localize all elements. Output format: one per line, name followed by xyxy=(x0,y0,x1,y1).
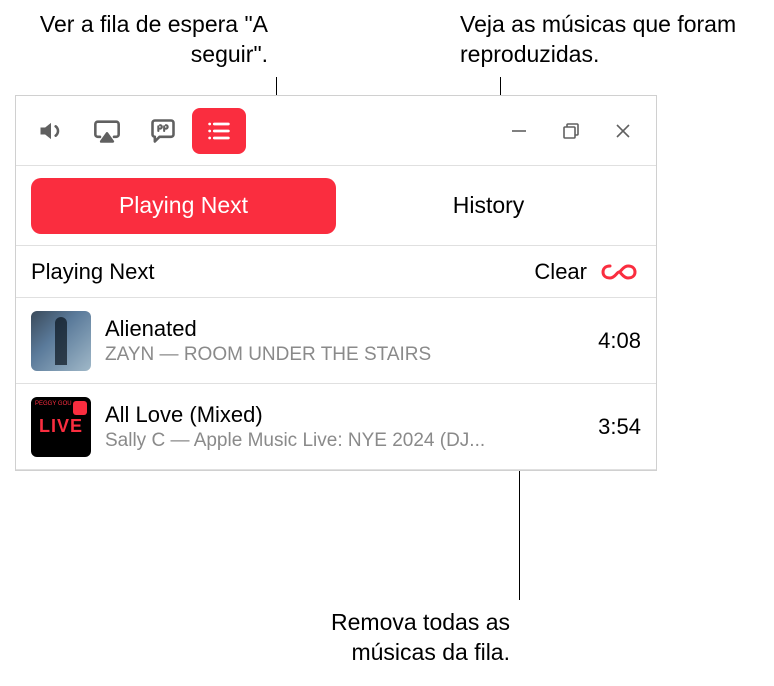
infinity-icon xyxy=(601,260,637,284)
album-art xyxy=(31,311,91,371)
close-button[interactable] xyxy=(598,108,648,154)
section-title: Playing Next xyxy=(31,259,524,285)
tabs-row: Playing Next History xyxy=(16,166,656,246)
airplay-icon xyxy=(93,117,121,145)
volume-icon xyxy=(37,117,65,145)
lyrics-button[interactable] xyxy=(136,108,190,154)
title-bar xyxy=(16,96,656,166)
minimize-button[interactable] xyxy=(494,108,544,154)
autoplay-button[interactable] xyxy=(597,260,641,284)
airplay-button[interactable] xyxy=(80,108,134,154)
track-artist: Sally C — Apple Music Live: NYE 2024 (DJ… xyxy=(105,430,584,452)
album-art: PEGGY GOU LIVE xyxy=(31,397,91,457)
close-icon xyxy=(613,121,633,141)
track-row[interactable]: Alienated ZAYN — ROOM UNDER THE STAIRS 4… xyxy=(16,298,656,384)
section-header: Playing Next Clear xyxy=(16,246,656,298)
queue-button[interactable] xyxy=(192,108,246,154)
volume-button[interactable] xyxy=(24,108,78,154)
clear-button[interactable]: Clear xyxy=(524,259,597,285)
track-title: Alienated xyxy=(105,316,584,342)
track-info: All Love (Mixed) Sally C — Apple Music L… xyxy=(105,402,584,452)
track-title: All Love (Mixed) xyxy=(105,402,584,428)
maximize-icon xyxy=(561,121,581,141)
callout-queue: Ver a fila de espera "A seguir". xyxy=(38,10,268,70)
queue-icon xyxy=(205,117,233,145)
album-art-sublabel: PEGGY GOU xyxy=(35,401,72,407)
music-app-window: Playing Next History Playing Next Clear … xyxy=(15,95,657,471)
track-info: Alienated ZAYN — ROOM UNDER THE STAIRS xyxy=(105,316,584,366)
callout-history: Veja as músicas que foram reproduzidas. xyxy=(460,10,755,70)
track-row[interactable]: PEGGY GOU LIVE All Love (Mixed) Sally C … xyxy=(16,384,656,470)
track-duration: 4:08 xyxy=(598,328,641,354)
tab-playing-next[interactable]: Playing Next xyxy=(31,178,336,234)
lyrics-icon xyxy=(149,117,177,145)
album-art-label: LIVE xyxy=(39,416,83,437)
tab-history[interactable]: History xyxy=(336,178,641,234)
maximize-button[interactable] xyxy=(546,108,596,154)
track-artist: ZAYN — ROOM UNDER THE STAIRS xyxy=(105,344,584,366)
callout-clear: Remova todas as músicas da fila. xyxy=(280,608,510,668)
minimize-icon xyxy=(509,121,529,141)
track-duration: 3:54 xyxy=(598,414,641,440)
track-list: Alienated ZAYN — ROOM UNDER THE STAIRS 4… xyxy=(16,298,656,470)
